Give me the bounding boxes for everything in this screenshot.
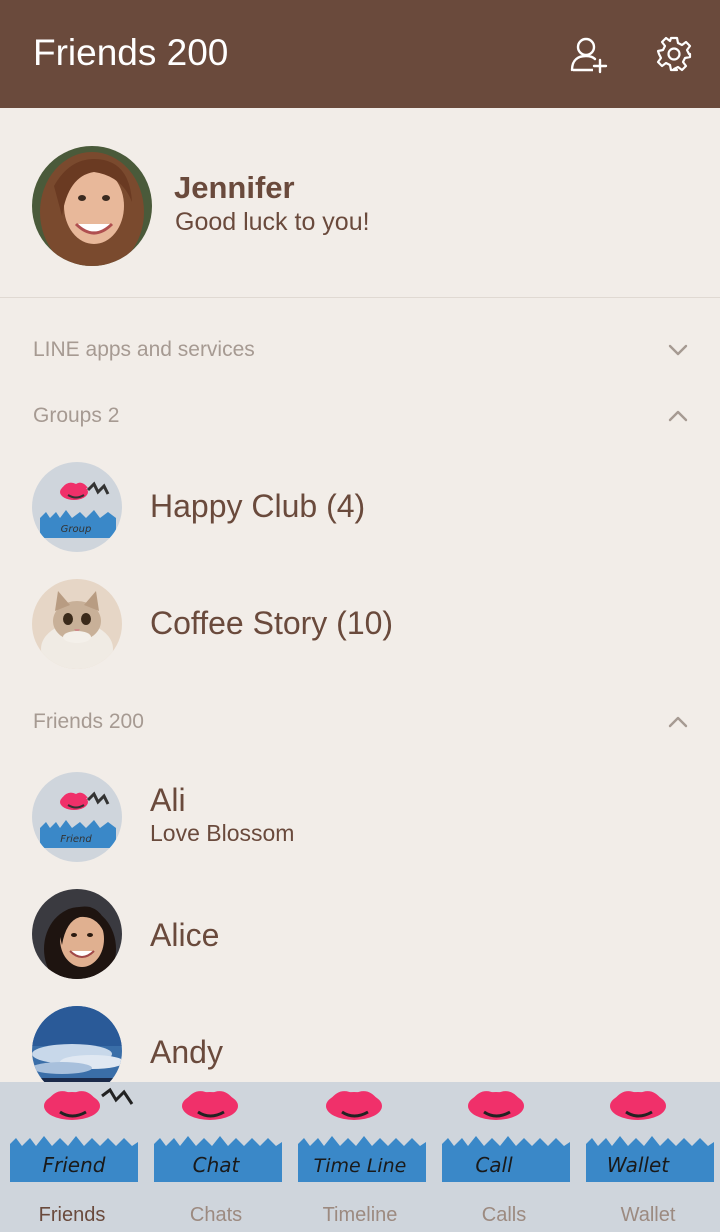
add-friend-icon [570, 37, 608, 74]
group-name: Coffee Story (10) [150, 605, 394, 641]
friend-avatar: Friend [32, 772, 122, 862]
tab-label: Timeline [322, 1204, 398, 1226]
bottom-tab-bar: Friend Friends Chat Chats Time Line Time… [0, 1082, 720, 1232]
app-header: Friends 200 [0, 0, 720, 108]
gear-icon [656, 36, 692, 72]
section-label: LINE apps and services [33, 338, 255, 361]
tab-chats[interactable]: Chat Chats [144, 1082, 288, 1232]
group-row[interactable]: Coffee Story (10) [0, 569, 720, 679]
section-label: Groups 2 [33, 404, 120, 427]
group-avatar: Group [32, 462, 122, 552]
chevron-up-icon [668, 410, 688, 422]
section-groups[interactable]: Groups 2 [0, 390, 720, 442]
chats-tab-icon: Chat [154, 1091, 282, 1182]
friend-name: Alice [150, 917, 220, 953]
group-avatar-text: Group [61, 524, 92, 535]
tab-wallet[interactable]: Wallet Wallet [576, 1082, 720, 1232]
profile-avatar[interactable] [32, 146, 152, 266]
section-friends[interactable]: Friends 200 [0, 696, 720, 748]
tab-label: Friends [38, 1204, 106, 1226]
tab-calls[interactable]: Call Calls [432, 1082, 576, 1232]
section-line-apps[interactable]: LINE apps and services [0, 324, 720, 376]
tab-art-text: Wallet [607, 1153, 670, 1177]
friend-row[interactable]: Alice [0, 879, 720, 989]
friend-name: Ali [150, 782, 186, 818]
profile-status-message: Good luck to you! [175, 208, 370, 236]
page-title: Friends 200 [33, 32, 229, 73]
my-profile[interactable]: Jennifer Good luck to you! [0, 108, 720, 298]
add-friend-button[interactable] [569, 34, 609, 74]
wallet-tab-icon: Wallet [586, 1091, 714, 1182]
friend-name: Andy [150, 1034, 223, 1070]
friends-tab-icon: Friend [10, 1087, 138, 1182]
group-avatar [32, 579, 122, 669]
tab-label: Calls [481, 1204, 527, 1226]
chevron-down-icon [668, 344, 688, 356]
chevron-up-icon [668, 716, 688, 728]
timeline-tab-icon: Time Line [298, 1091, 426, 1182]
group-row[interactable]: Group Happy Club (4) [0, 452, 720, 562]
friend-avatar [32, 889, 122, 979]
tab-timeline[interactable]: Time Line Timeline [288, 1082, 432, 1232]
settings-button[interactable] [654, 34, 694, 74]
friend-row[interactable]: Friend Ali Love Blossom [0, 762, 720, 872]
friend-status: Love Blossom [150, 820, 295, 846]
tab-art-text: Time Line [314, 1155, 407, 1177]
section-label: Friends 200 [33, 710, 144, 733]
tab-art-text: Chat [193, 1153, 241, 1177]
tab-label: Chats [189, 1204, 243, 1226]
tab-art-text: Friend [43, 1153, 106, 1177]
friend-avatar-text: Friend [60, 834, 92, 845]
calls-tab-icon: Call [442, 1091, 570, 1182]
tab-label: Wallet [620, 1204, 676, 1226]
profile-name: Jennifer [174, 170, 295, 205]
tab-art-text: Call [475, 1153, 513, 1177]
tab-friends[interactable]: Friend Friends [0, 1082, 144, 1232]
group-name: Happy Club (4) [150, 488, 366, 524]
